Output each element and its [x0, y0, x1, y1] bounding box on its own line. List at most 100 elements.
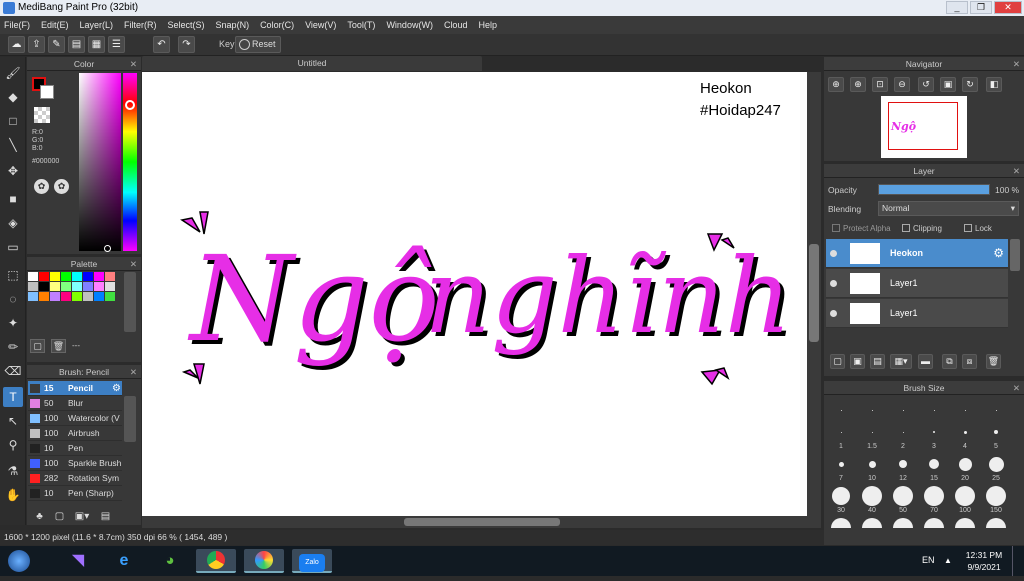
- brush-list-item[interactable]: 100 Airbrush: [28, 426, 122, 441]
- close-icon[interactable]: ✕: [130, 257, 137, 271]
- lasso-tool-icon[interactable]: ◌: [3, 289, 23, 309]
- brush-size-cell[interactable]: 40: [857, 486, 887, 514]
- brush-size-cell[interactable]: 20: [950, 454, 980, 482]
- operation-tool-icon[interactable]: ↖: [3, 411, 23, 431]
- brush-size-cell[interactable]: 2: [888, 422, 918, 450]
- menu-snap[interactable]: Snap(N): [216, 20, 250, 30]
- delete-layer-icon[interactable]: 🗑: [986, 354, 1001, 369]
- tray-arrow-icon[interactable]: ▲: [944, 556, 952, 565]
- menu-tool[interactable]: Tool(T): [347, 20, 375, 30]
- merge-layer-icon[interactable]: ⧈: [962, 354, 977, 369]
- palette-swatch[interactable]: [61, 272, 71, 281]
- brush-size-cell[interactable]: [919, 518, 949, 528]
- medibang-icon[interactable]: [244, 549, 284, 573]
- lock-checkbox[interactable]: [964, 224, 972, 232]
- menu-layer[interactable]: Layer(L): [80, 20, 114, 30]
- brush-size-cell[interactable]: 1: [826, 422, 856, 450]
- palette-swatch[interactable]: [83, 272, 93, 281]
- brush-size-cell[interactable]: 100: [950, 486, 980, 514]
- trash-icon[interactable]: 🗑: [51, 339, 66, 353]
- brush-size-cell[interactable]: 12: [888, 454, 918, 482]
- internet-explorer-icon[interactable]: e: [104, 549, 144, 573]
- vertical-scroll-thumb[interactable]: [809, 244, 819, 342]
- zoom-fit-icon[interactable]: ⊕: [828, 77, 844, 92]
- canvas[interactable]: Heokon #Hoidap247 Ngộ Ngộ nghĩnh nghĩnh: [142, 72, 807, 516]
- duplicate-layer-icon[interactable]: ⧉: [942, 354, 957, 369]
- select-rect-tool-icon[interactable]: □: [3, 111, 23, 131]
- brush-size-cell[interactable]: 70: [919, 486, 949, 514]
- new-layer-icon[interactable]: ▢: [830, 354, 845, 369]
- menu-edit[interactable]: Edit(E): [41, 20, 69, 30]
- minimize-button[interactable]: _: [946, 1, 968, 14]
- palette-swatch[interactable]: [72, 282, 82, 291]
- clipping-checkbox[interactable]: [902, 224, 910, 232]
- opacity-slider[interactable]: [878, 184, 990, 195]
- palette-swatch[interactable]: [61, 282, 71, 291]
- list-icon[interactable]: ☰: [108, 36, 125, 53]
- palette-swatch[interactable]: [28, 282, 38, 291]
- brush-tool-icon[interactable]: 🖌: [3, 63, 23, 83]
- brush-size-cell[interactable]: 5: [981, 422, 1011, 450]
- select-eraser-tool-icon[interactable]: ⌫: [3, 361, 23, 381]
- palette-swatch[interactable]: [94, 272, 104, 281]
- visibility-eye-icon[interactable]: [830, 250, 837, 257]
- menu-help[interactable]: Help: [478, 20, 497, 30]
- visibility-eye-icon[interactable]: [830, 310, 837, 317]
- new-1bit-layer-icon[interactable]: ▤: [870, 354, 885, 369]
- palette-swatch[interactable]: [28, 292, 38, 301]
- close-icon[interactable]: ✕: [130, 57, 137, 71]
- palette-swatch[interactable]: [105, 282, 115, 291]
- select-pen-tool-icon[interactable]: ✏: [3, 337, 23, 357]
- brush-size-cell[interactable]: 50: [888, 486, 918, 514]
- brush-export-icon[interactable]: ▤: [98, 511, 113, 525]
- brush-size-cell[interactable]: [981, 518, 1011, 528]
- hand-tool-icon[interactable]: ✋: [3, 485, 23, 505]
- blending-select[interactable]: Normal ▾: [878, 201, 1019, 216]
- brush-list-item[interactable]: 282 Rotation Sym: [28, 471, 122, 486]
- chrome-icon[interactable]: [196, 549, 236, 573]
- brush-size-cell[interactable]: [857, 518, 887, 528]
- eyedropper-tool-icon[interactable]: ⚲: [3, 435, 23, 455]
- text-tool-icon[interactable]: T: [3, 387, 23, 407]
- brush-list-item[interactable]: 10 Pen: [28, 441, 122, 456]
- brush-size-cell[interactable]: 3: [919, 422, 949, 450]
- brush-list-item[interactable]: 100 Sparkle Brush: [28, 456, 122, 471]
- palette-swatch[interactable]: [61, 292, 71, 301]
- coc-coc-browser-icon[interactable]: ◕: [150, 549, 190, 573]
- flip-icon[interactable]: ◧: [986, 77, 1002, 92]
- brush-size-cell[interactable]: [981, 398, 1011, 424]
- horizontal-scroll-thumb[interactable]: [404, 518, 560, 526]
- new-halftone-layer-icon[interactable]: ▣: [850, 354, 865, 369]
- share-icon[interactable]: ⇪: [28, 36, 45, 53]
- layer-row[interactable]: Heokon ⚙: [826, 239, 1008, 268]
- document-icon[interactable]: ▦: [88, 36, 105, 53]
- new-brush-icon[interactable]: ▢: [52, 511, 67, 525]
- navigator-thumbnail[interactable]: Ngộ: [881, 96, 967, 158]
- redo-icon[interactable]: ↷: [178, 36, 195, 53]
- vertical-scrollbar[interactable]: [807, 72, 821, 516]
- comment-icon[interactable]: ✎: [48, 36, 65, 53]
- brush-size-cell[interactable]: 15: [919, 454, 949, 482]
- close-icon[interactable]: ✕: [1013, 381, 1020, 395]
- palette-swatch[interactable]: [83, 282, 93, 291]
- brush-size-cell[interactable]: [888, 398, 918, 424]
- gradient-tool-icon[interactable]: ▭: [3, 237, 23, 257]
- palette-swatch[interactable]: [39, 292, 49, 301]
- palette-swatch[interactable]: [39, 282, 49, 291]
- brush-menu-icon[interactable]: ▣▾: [72, 511, 92, 525]
- eyedropper2-tool-icon[interactable]: ⚗: [3, 461, 23, 481]
- zoom-actual-icon[interactable]: ⊡: [872, 77, 888, 92]
- undo-icon[interactable]: ↶: [153, 36, 170, 53]
- brush-size-cell[interactable]: [826, 398, 856, 424]
- brush-list-item[interactable]: 15 Pencil: [28, 381, 122, 396]
- background-color-swatch[interactable]: [40, 85, 54, 99]
- rotate-reset-icon[interactable]: ▣: [940, 77, 956, 92]
- clock[interactable]: 12:31 PM 9/9/2021: [962, 549, 1006, 573]
- folder-icon[interactable]: ▬: [918, 354, 933, 369]
- menu-cloud[interactable]: Cloud: [444, 20, 468, 30]
- brush-size-cell[interactable]: 150: [981, 486, 1011, 514]
- show-desktop-button[interactable]: [1012, 546, 1024, 576]
- brush-size-cell[interactable]: [888, 518, 918, 528]
- brush-list-item[interactable]: 10 Pen (Sharp): [28, 486, 122, 501]
- close-icon[interactable]: ✕: [1013, 164, 1020, 178]
